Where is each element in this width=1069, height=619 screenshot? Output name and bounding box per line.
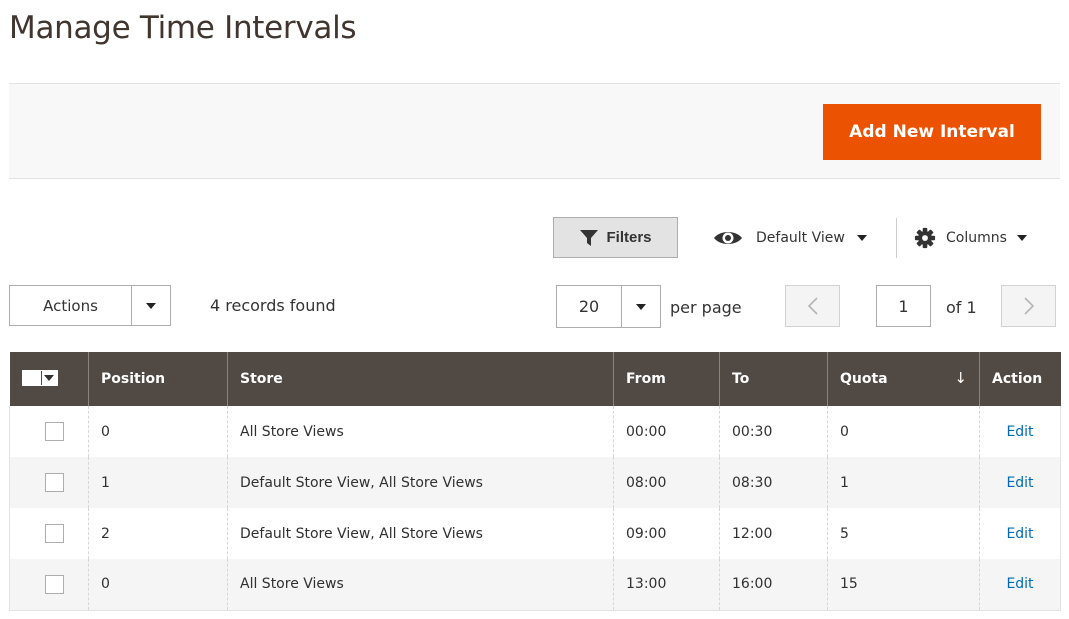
cell-store: Default Store View, All Store Views — [227, 457, 614, 508]
row-select-cell — [9, 457, 89, 508]
gear-icon — [914, 227, 936, 249]
mass-actions-toggle[interactable] — [132, 286, 170, 325]
cell-quota: 5 — [827, 508, 980, 559]
filters-button[interactable]: Filters — [553, 217, 678, 258]
cell-action: Edit — [979, 457, 1061, 508]
view-switcher[interactable]: Default View — [712, 228, 867, 248]
view-label: Default View — [756, 230, 845, 246]
column-header-quota[interactable]: Quota ↓ — [827, 352, 980, 406]
row-select-cell — [10, 406, 89, 457]
per-page-value: 20 — [557, 286, 622, 327]
row-checkbox[interactable] — [45, 574, 64, 594]
cell-to: 00:30 — [719, 406, 828, 457]
cell-quota: 15 — [827, 559, 980, 610]
cell-from: 00:00 — [613, 406, 720, 457]
cell-position: 0 — [88, 406, 228, 457]
current-page-input[interactable] — [876, 285, 931, 327]
add-new-interval-button[interactable]: Add New Interval — [823, 104, 1041, 160]
cell-action: Edit — [979, 508, 1061, 559]
column-header-store[interactable]: Store — [227, 352, 614, 406]
mass-select-control[interactable] — [21, 369, 58, 386]
cell-quota: 1 — [827, 457, 980, 508]
cell-store: All Store Views — [227, 559, 614, 610]
table-row: 0 All Store Views 00:00 00:30 0 Edit — [9, 406, 1061, 457]
cell-to: 12:00 — [719, 508, 828, 559]
intervals-grid: Position Store From To Quota ↓ Action 0 … — [9, 352, 1061, 611]
cell-position: 1 — [88, 457, 228, 508]
cell-quota: 0 — [827, 406, 980, 457]
select-all-checkbox[interactable] — [22, 370, 41, 385]
cell-position: 0 — [88, 559, 228, 610]
filters-label: Filters — [606, 229, 652, 246]
cell-from: 08:00 — [613, 457, 720, 508]
row-checkbox[interactable] — [45, 524, 64, 543]
row-checkbox[interactable] — [45, 473, 64, 492]
per-page-label: per page — [670, 298, 742, 317]
eye-icon — [714, 232, 742, 244]
previous-page-button[interactable] — [785, 285, 840, 327]
grid-header-row: Position Store From To Quota ↓ Action — [9, 352, 1061, 406]
chevron-down-icon — [636, 303, 646, 310]
edit-link[interactable]: Edit — [1006, 475, 1033, 491]
toolbar-divider — [896, 218, 897, 258]
column-header-quota-label: Quota — [840, 371, 888, 387]
cell-to: 08:30 — [719, 457, 828, 508]
per-page-select[interactable]: 20 — [556, 285, 661, 328]
edit-link[interactable]: Edit — [1006, 424, 1033, 440]
table-row: 1 Default Store View, All Store Views 08… — [9, 457, 1061, 508]
chevron-down-icon — [44, 374, 54, 381]
table-row: 0 All Store Views 13:00 16:00 15 Edit — [9, 559, 1061, 610]
row-select-cell — [9, 559, 89, 610]
mass-select-dropdown[interactable] — [40, 370, 57, 385]
table-row: 2 Default Store View, All Store Views 09… — [9, 508, 1061, 559]
column-header-to[interactable]: To — [719, 352, 828, 406]
cell-position: 2 — [88, 508, 228, 559]
edit-link[interactable]: Edit — [1006, 526, 1033, 542]
sort-arrow-icon: ↓ — [954, 369, 967, 387]
per-page-toggle[interactable] — [622, 286, 660, 327]
cell-from: 09:00 — [613, 508, 720, 559]
columns-label: Columns — [946, 230, 1007, 246]
cell-from: 13:00 — [613, 559, 720, 610]
column-header-position[interactable]: Position — [88, 352, 228, 406]
cell-action: Edit — [979, 559, 1061, 610]
page-title: Manage Time Intervals — [9, 10, 357, 46]
column-header-action: Action — [979, 352, 1061, 406]
row-checkbox[interactable] — [45, 422, 64, 441]
page-actions-bar: Add New Interval — [9, 83, 1060, 179]
cell-store: Default Store View, All Store Views — [227, 508, 614, 559]
row-select-cell — [10, 508, 89, 559]
cell-to: 16:00 — [719, 559, 828, 610]
chevron-right-icon — [1023, 297, 1034, 315]
next-page-button[interactable] — [1001, 285, 1056, 327]
mass-actions-select[interactable]: Actions — [9, 285, 171, 326]
cell-action: Edit — [979, 406, 1061, 457]
cell-store: All Store Views — [227, 406, 614, 457]
edit-link[interactable]: Edit — [1006, 576, 1033, 592]
chevron-down-icon — [1016, 235, 1027, 241]
page-total: of 1 — [946, 298, 977, 317]
chevron-down-icon — [146, 302, 156, 309]
select-all-header — [9, 352, 89, 406]
chevron-left-icon — [807, 297, 818, 315]
columns-control[interactable]: Columns — [914, 227, 1027, 249]
funnel-icon — [580, 229, 599, 246]
column-header-from[interactable]: From — [613, 352, 720, 406]
records-found: 4 records found — [210, 296, 336, 315]
chevron-down-icon — [856, 235, 867, 241]
mass-actions-label: Actions — [10, 286, 132, 325]
